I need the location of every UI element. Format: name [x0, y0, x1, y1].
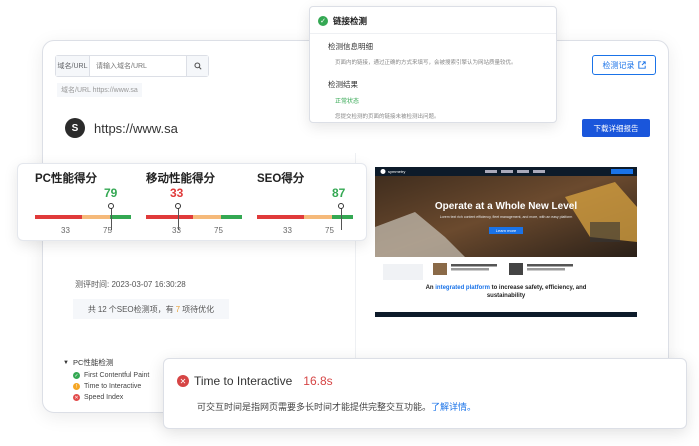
tti-value: 16.8s: [303, 374, 333, 388]
search-bar: 域名/URL: [55, 55, 209, 77]
detail-title: 检测信息明细: [328, 42, 373, 51]
check-item-tti[interactable]: ! Time to Interactive: [73, 383, 149, 390]
search-prefix: 域名/URL: [56, 56, 90, 76]
fail-icon: ✕: [73, 394, 80, 401]
record-button[interactable]: 检测记录: [592, 55, 656, 75]
check-item-label: First Contentful Paint: [84, 372, 150, 379]
score-value: 87: [332, 186, 346, 200]
score-bar: [257, 215, 353, 219]
check-item-fcp[interactable]: ✓ First Contentful Paint: [73, 372, 149, 379]
summary-prefix: 共: [87, 304, 96, 314]
score-bar: [35, 215, 131, 219]
score-marker-dot: [175, 203, 181, 209]
check-item-label: Speed Index: [84, 394, 124, 401]
score-label: PC性能得分: [35, 173, 97, 185]
tti-header: ✕ Time to Interactive 16.8s: [177, 374, 333, 388]
score-marker-dot: [108, 203, 114, 209]
result-status: 正常状态: [335, 99, 360, 105]
seo-summary: 共 12 个SEO检测项，有 7 项待优化: [73, 299, 229, 319]
check-item-speed-index[interactable]: ✕ Speed Index: [73, 394, 149, 401]
site-header: S https://www.sa: [65, 118, 178, 138]
link-check-header: ✓ 链接检测: [318, 15, 367, 27]
caret-down-icon: ▼: [63, 359, 69, 366]
divider: [310, 33, 556, 34]
score-value: 33: [170, 186, 184, 200]
result-text: 您提交检测的页面的链接未被检测出问题。: [335, 114, 440, 120]
error-icon: ✕: [177, 375, 189, 387]
summary-mid: 个SEO检测项，有: [108, 304, 174, 314]
search-icon: [193, 62, 202, 70]
summary-suffix: 项待优化: [182, 304, 215, 314]
preview-subtext: Lorem text rich content efficiency, flee…: [439, 215, 573, 219]
score-seo: SEO得分 87 33 75: [257, 164, 367, 242]
tti-description: 可交互时间是指网页需要多长时间才能提供完整交互功能。了解详情。: [197, 400, 476, 413]
summary-count: 12: [97, 304, 107, 314]
tick-high: 75: [325, 226, 334, 235]
score-card: PC性能得分 79 33 75 移动性能得分 33 33 75 SEO得分 87…: [17, 163, 367, 241]
site-url: https://www.sa: [94, 120, 178, 136]
tick-high: 75: [103, 226, 112, 235]
tick-low: 33: [172, 226, 181, 235]
learn-more-link[interactable]: 了解详情。: [431, 402, 476, 412]
preview-cta: Learn more: [489, 227, 523, 234]
search-input[interactable]: [90, 56, 186, 76]
site-logo: S: [65, 118, 85, 138]
record-button-label: 检测记录: [602, 60, 635, 70]
external-link-icon: [637, 61, 646, 69]
score-mobile: 移动性能得分 33 33 75: [146, 164, 256, 242]
link-check-popup: ✓ 链接检测 检测信息明细 页面内的链接，通过正确的方式来填写，会被搜索引擎认为…: [309, 6, 557, 123]
tti-desc-text: 可交互时间是指网页需要多长时间才能提供完整交互功能。: [197, 402, 432, 412]
check-circle-icon: ✓: [318, 16, 328, 26]
test-time: 测评时间: 2023-03-07 16:30:28: [75, 280, 186, 289]
result-title: 检测结果: [328, 80, 358, 89]
pc-section-title: PC性能检测: [72, 358, 114, 367]
tick-high: 75: [214, 226, 223, 235]
preview-headline: Operate at a Whole New Level: [434, 201, 578, 212]
tti-popup: ✕ Time to Interactive 16.8s 可交互时间是指网页需要多…: [163, 358, 687, 429]
pc-performance-section: ▼ PC性能检测 ✓ First Contentful Paint ! Time…: [63, 357, 149, 401]
warning-icon: !: [73, 383, 80, 390]
pass-icon: ✓: [73, 372, 80, 379]
link-check-title: 链接检测: [333, 16, 368, 26]
domain-history[interactable]: 域名/URL https://www.sa: [57, 83, 142, 97]
tick-low: 33: [283, 226, 292, 235]
preview-brand: symmetry: [388, 168, 406, 174]
tick-low: 33: [61, 226, 70, 235]
pc-section-header[interactable]: ▼ PC性能检测: [63, 357, 149, 368]
preview-section-highlight: integrated platform: [435, 285, 490, 291]
preview-section-title: An integrated platform to increase safet…: [415, 284, 597, 301]
preview-section-post: to increase safety, efficiency, and sust…: [486, 285, 587, 300]
score-marker-dot: [338, 203, 344, 209]
summary-warn-count: 7: [175, 304, 181, 314]
detail-text: 页面内的链接，通过正确的方式来填写，会被搜索引擎认为网站质量较优。: [335, 60, 517, 66]
score-label: 移动性能得分: [146, 173, 215, 185]
site-preview: symmetry Operate at a Whole New Level Lo…: [375, 167, 637, 317]
score-pc: PC性能得分 79 33 75: [35, 164, 145, 242]
score-bar: [146, 215, 242, 219]
search-button[interactable]: [186, 56, 208, 76]
tti-title: Time to Interactive: [194, 374, 293, 388]
download-report-button[interactable]: 下载详细报告: [582, 119, 650, 137]
preview-section-pre: An: [425, 285, 434, 291]
score-marker: [341, 208, 342, 230]
score-label: SEO得分: [257, 173, 305, 185]
check-item-label: Time to Interactive: [84, 383, 142, 390]
score-value: 79: [104, 186, 118, 200]
